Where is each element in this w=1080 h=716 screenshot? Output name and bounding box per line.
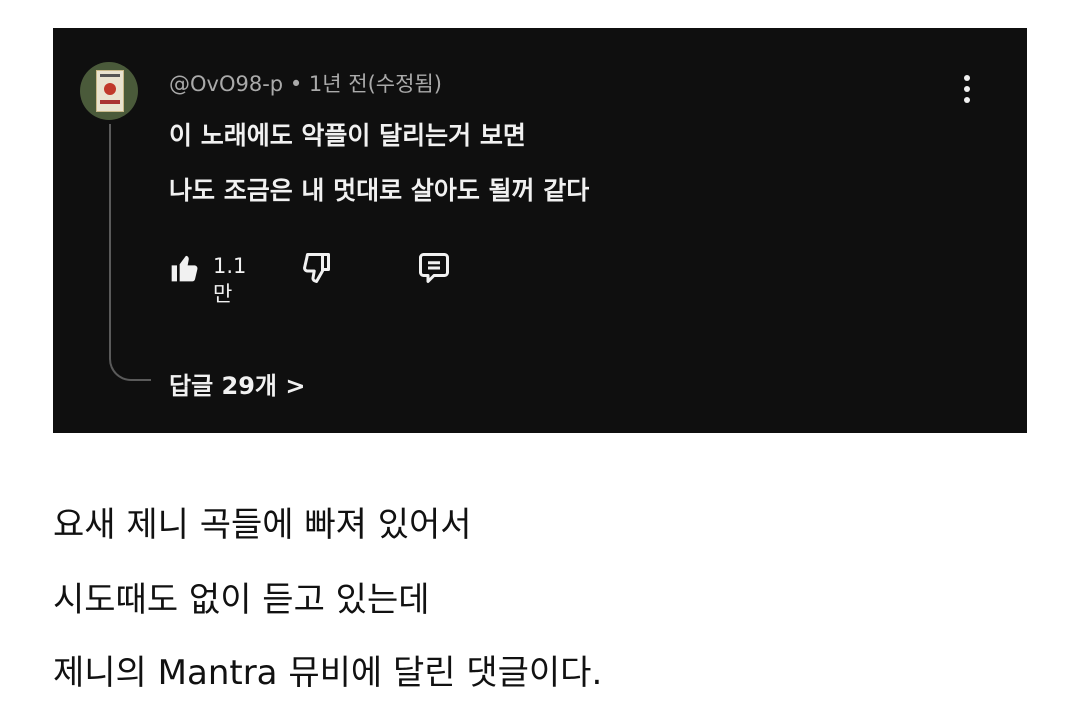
view-replies-button[interactable]: 답글 29개 > xyxy=(169,366,305,401)
comment-text-line-2: 나도 조금은 내 멋대로 살아도 될꺼 같다 xyxy=(169,176,590,205)
caption-line-2: 시도때도 없이 듣고 있는데 xyxy=(53,580,430,620)
caption-line-3: 제니의 Mantra 뮤비에 달린 댓글이다. xyxy=(53,653,603,693)
like-count: 1.1만 xyxy=(213,254,247,306)
comment-handle[interactable]: @OvO98-p xyxy=(169,72,283,96)
comment-time: 1년 전(수정됨) xyxy=(308,72,442,96)
thumbs-down-icon[interactable] xyxy=(300,250,336,286)
meta-separator: • xyxy=(289,72,303,96)
avatar[interactable] xyxy=(80,62,138,120)
comment-card: @OvO98-p • 1년 전(수정됨) 이 노래에도 악플이 달리는거 보면 … xyxy=(53,28,1027,433)
thumbs-up-icon[interactable] xyxy=(169,252,201,284)
reply-thread-line xyxy=(109,124,151,381)
avatar-image xyxy=(96,70,124,112)
comment-text-line-1: 이 노래에도 악플이 달리는거 보면 xyxy=(169,121,526,150)
caption-line-1: 요새 제니 곡들에 빠져 있어서 xyxy=(53,505,472,545)
more-vert-icon[interactable] xyxy=(953,72,981,106)
reply-icon[interactable] xyxy=(415,250,453,286)
comment-meta: @OvO98-p • 1년 전(수정됨) xyxy=(169,68,442,98)
